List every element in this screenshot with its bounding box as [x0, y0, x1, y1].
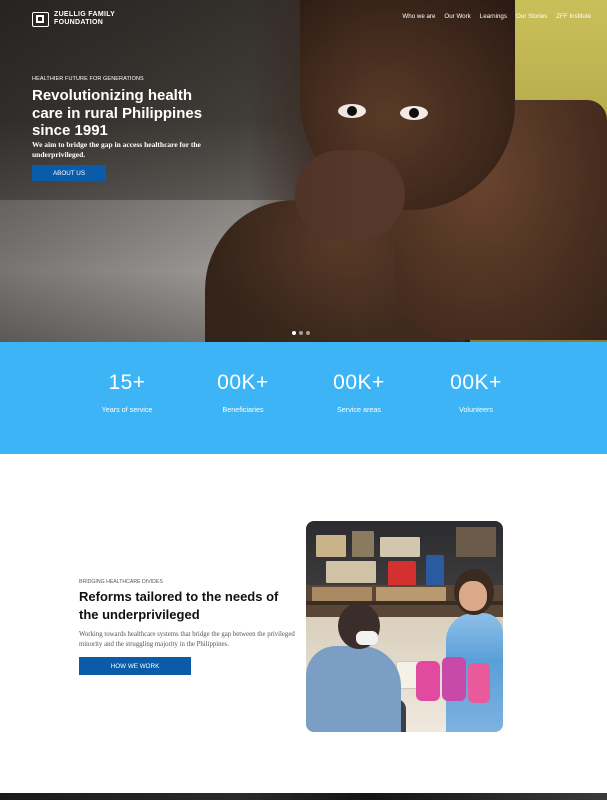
stat-label: Beneficiaries [222, 405, 264, 414]
hero-banner: Zuellig Family Foundation Who we are Our… [0, 0, 607, 342]
reforms-title: Reforms tailored to the needs of the und… [79, 589, 279, 622]
brand-name-line2: Foundation [54, 19, 104, 26]
how-we-work-button[interactable]: HOW WE WORK [79, 657, 191, 675]
photo-box [456, 527, 496, 557]
stat-label: Service areas [337, 405, 381, 414]
nav-item-zff-institute[interactable]: ZFF Institute [556, 13, 591, 20]
logo-icon [32, 11, 49, 27]
stat-years: 15+ Years of service [72, 370, 182, 414]
brand-logo[interactable]: Zuellig Family Foundation [32, 11, 115, 27]
stat-beneficiaries: 00K+ Beneficiaries [188, 370, 298, 414]
hero-title: Revolutionizing health care in rural Phi… [32, 87, 203, 139]
carousel-dots [292, 331, 310, 335]
brand-name: Zuellig Family Foundation [54, 11, 115, 27]
photo-child-face [459, 581, 487, 611]
stat-value: 00K+ [217, 371, 269, 394]
about-us-button[interactable]: ABOUT US [32, 165, 106, 181]
carousel-dot-3[interactable] [306, 331, 310, 335]
photo-doll [416, 661, 440, 701]
next-section-preview [0, 793, 607, 800]
stat-value: 00K+ [333, 371, 385, 394]
stat-value: 15+ [108, 371, 146, 394]
stat-volunteers: 00K+ Volunteers [421, 370, 531, 414]
stat-label: Years of service [101, 405, 153, 414]
stat-label: Volunteers [459, 405, 493, 414]
photo-box [326, 561, 376, 583]
stat-service-areas: 00K+ Service areas [304, 370, 414, 414]
photo-doll [468, 663, 490, 703]
carousel-dot-2[interactable] [299, 331, 303, 335]
photo-box [380, 537, 420, 557]
hero-eyebrow: HEALTHIER FUTURE FOR GENERATIONS [32, 76, 144, 82]
photo-box [312, 587, 372, 601]
reforms-photo [306, 521, 503, 732]
main-nav: Who we are Our Work Learnings Our Storie… [402, 13, 591, 20]
photo-box [316, 535, 346, 557]
nav-item-who-we-are[interactable]: Who we are [402, 13, 435, 20]
photo-doll [442, 657, 466, 701]
nav-item-our-stories[interactable]: Our Stories [516, 13, 547, 20]
nav-item-learnings[interactable]: Learnings [480, 13, 507, 20]
nav-item-our-work[interactable]: Our Work [444, 13, 470, 20]
photo-box [376, 587, 446, 601]
reforms-body: Working towards healthcare systems that … [79, 631, 295, 648]
photo-box [352, 531, 374, 557]
carousel-dot-1[interactable] [292, 331, 296, 335]
hero-subtitle: We aim to bridge the gap in access healt… [32, 140, 201, 159]
photo-nurse-mask [356, 631, 378, 645]
stat-value: 00K+ [450, 371, 502, 394]
brand-name-line1: Zuellig Family [54, 11, 116, 18]
reforms-eyebrow: BRIDGING HEALTHCARE DIVIDES [79, 579, 163, 585]
stats-band: 15+ Years of service 00K+ Beneficiaries … [0, 342, 607, 454]
photo-nurse [306, 646, 401, 732]
